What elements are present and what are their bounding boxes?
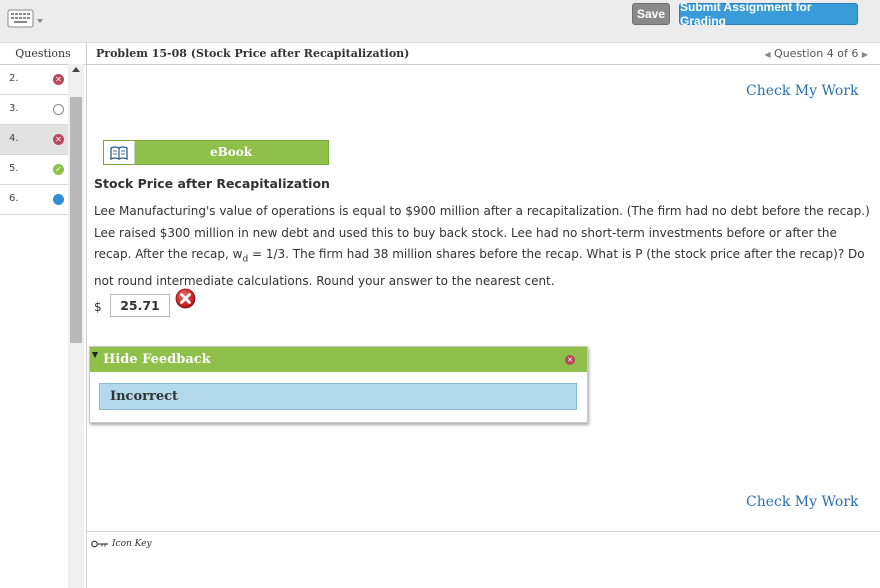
- feedback-panel: Hide Feedback ✕ Incorrect: [89, 346, 588, 423]
- save-button[interactable]: Save: [632, 3, 670, 25]
- question-heading: Stock Price after Recapitalization: [94, 176, 330, 191]
- correct-icon: ✓: [53, 164, 64, 175]
- ebook-button[interactable]: eBook: [103, 140, 329, 165]
- questions-sidebar: Questions 2. ✕ 3. 4. ✕ 5. ✓ 6.: [0, 43, 87, 588]
- collapse-arrow-icon[interactable]: [92, 352, 98, 358]
- feedback-result: Incorrect: [99, 383, 577, 410]
- submit-assignment-button[interactable]: Submit Assignment for Grading: [679, 0, 858, 28]
- question-position: Question 4 of 6: [774, 47, 859, 60]
- question-number: 2.: [9, 73, 19, 84]
- question-number: 5.: [9, 163, 19, 174]
- keyboard-icon[interactable]: [7, 9, 45, 33]
- scroll-up-icon[interactable]: [72, 67, 80, 72]
- close-icon[interactable]: ✕: [565, 355, 575, 365]
- question-number: 4.: [9, 133, 19, 144]
- question-number: 3.: [9, 103, 19, 114]
- answer-input[interactable]: 25.71: [110, 294, 170, 317]
- book-icon: [104, 141, 135, 164]
- key-icon: [91, 540, 108, 548]
- check-my-work-link-bottom[interactable]: Check My Work: [746, 494, 859, 510]
- icon-key-label: Icon Key: [112, 539, 152, 549]
- problem-header: Problem 15-08 (Stock Price after Recapit…: [87, 43, 880, 65]
- question-item-2[interactable]: 2. ✕: [0, 65, 68, 95]
- unanswered-icon: [53, 104, 64, 115]
- currency-label: $: [94, 300, 102, 314]
- prev-question-icon[interactable]: ◀: [764, 50, 770, 59]
- hide-feedback-toggle[interactable]: Hide Feedback: [103, 352, 211, 367]
- question-text: Lee Manufacturing's value of operations …: [94, 201, 874, 292]
- problem-title: Problem 15-08 (Stock Price after Recapit…: [96, 47, 410, 60]
- sidebar-header: Questions: [0, 43, 86, 65]
- incorrect-icon: ✕: [53, 74, 64, 85]
- incorrect-mark-icon: [175, 288, 196, 309]
- icon-key-link[interactable]: Icon Key: [91, 539, 152, 549]
- question-item-5[interactable]: 5. ✓: [0, 155, 68, 185]
- incorrect-icon: ✕: [53, 134, 64, 145]
- feedback-header[interactable]: Hide Feedback ✕: [90, 347, 587, 372]
- question-number: 6.: [9, 193, 19, 204]
- question-item-3[interactable]: 3.: [0, 95, 68, 125]
- sidebar-scrollbar[interactable]: [68, 64, 84, 588]
- top-toolbar: Save Submit Assignment for Grading: [0, 0, 880, 43]
- question-item-6[interactable]: 6.: [0, 185, 68, 215]
- scrollbar-thumb[interactable]: [70, 97, 82, 343]
- problem-panel: Problem 15-08 (Stock Price after Recapit…: [87, 43, 880, 588]
- question-item-4[interactable]: 4. ✕: [0, 125, 68, 155]
- next-question-icon[interactable]: ▶: [862, 50, 868, 59]
- ebook-label: eBook: [209, 145, 253, 159]
- footer-divider: [87, 531, 880, 532]
- check-my-work-link[interactable]: Check My Work: [746, 83, 859, 99]
- question-navigator[interactable]: ◀ Question 4 of 6 ▶: [764, 47, 868, 60]
- current-icon: [53, 194, 64, 205]
